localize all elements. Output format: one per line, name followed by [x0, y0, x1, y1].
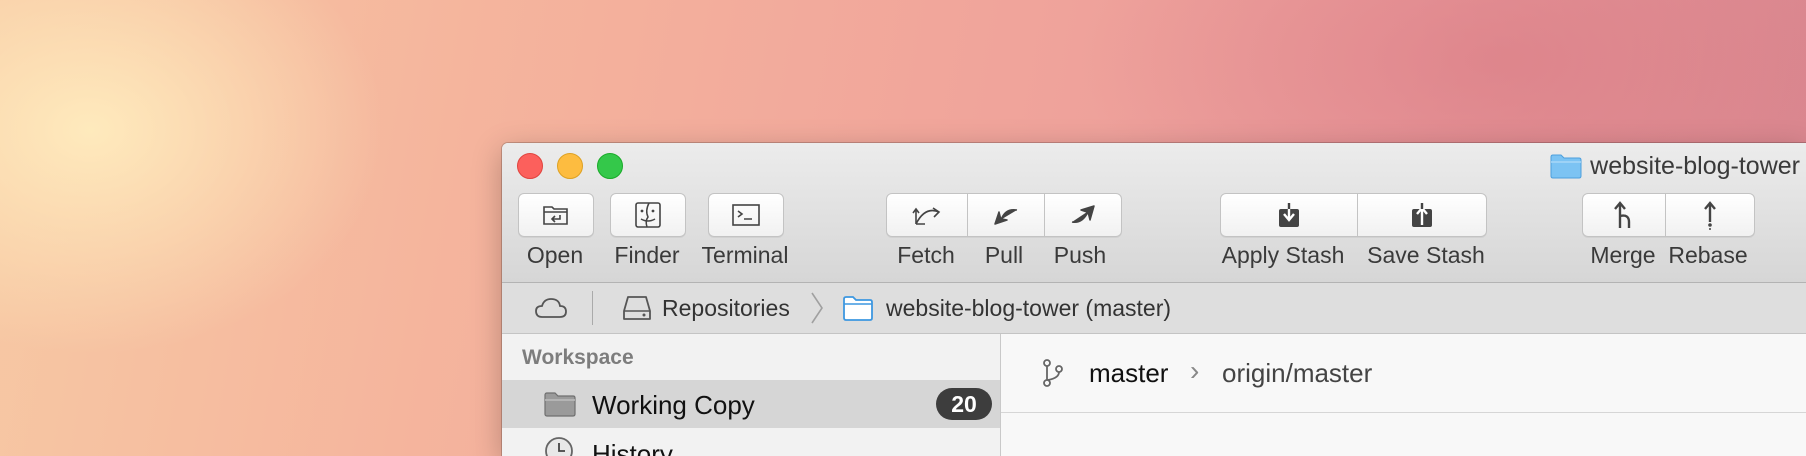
sidebar: Workspace Working Copy 20 History: [502, 334, 1001, 456]
terminal-label: Terminal: [701, 242, 789, 268]
pull-label: Pull: [984, 242, 1024, 268]
finder-button[interactable]: [610, 193, 686, 237]
cloud-icon[interactable]: [534, 296, 568, 320]
sidebar-item-working-copy[interactable]: Working Copy 20: [502, 380, 1000, 428]
close-window-button[interactable]: [517, 153, 543, 179]
minimize-window-button[interactable]: [557, 153, 583, 179]
finder-label: Finder: [614, 242, 680, 268]
branch-header: master › origin/master: [1001, 334, 1806, 413]
sidebar-item-label: Working Copy: [592, 390, 755, 420]
sidebar-section-title: Workspace: [522, 346, 634, 369]
merge-button[interactable]: [1582, 193, 1666, 237]
folder-icon: [1550, 154, 1582, 179]
pull-icon: [994, 208, 1018, 225]
sidebar-item-history[interactable]: History: [502, 428, 1000, 456]
upstream-branch[interactable]: origin/master: [1222, 358, 1372, 389]
merge-icon: [1614, 201, 1631, 228]
open-label: Open: [526, 242, 584, 268]
chevron-right-icon: [811, 292, 823, 324]
current-branch[interactable]: master: [1089, 358, 1168, 389]
count-badge: 20: [936, 388, 992, 420]
sidebar-item-label: History: [592, 439, 673, 456]
terminal-button[interactable]: [708, 193, 784, 237]
chevron-right-icon: ›: [1190, 355, 1200, 386]
path-divider: [592, 291, 593, 325]
app-window: website-blog-tower Open Finder Terminal …: [502, 143, 1806, 456]
branch-icon: [1043, 359, 1063, 387]
merge-label: Merge: [1590, 242, 1656, 268]
push-button[interactable]: [1045, 193, 1122, 237]
fetch-button[interactable]: [886, 193, 968, 237]
main-panel: master › origin/master: [1001, 334, 1806, 456]
fetch-icon: [912, 207, 941, 225]
folder-icon: [544, 392, 576, 417]
save-stash-icon: [1412, 203, 1432, 227]
maximize-window-button[interactable]: [597, 153, 623, 179]
fetch-label: Fetch: [897, 242, 955, 268]
terminal-icon: [732, 204, 760, 226]
drive-icon: [623, 296, 651, 320]
open-folder-icon: [543, 206, 568, 225]
path-bar: Repositories website-blog-tower (master): [502, 283, 1806, 334]
push-icon: [1071, 205, 1095, 224]
save-stash-label: Save Stash: [1367, 242, 1485, 268]
window-title-text: website-blog-tower: [1590, 151, 1800, 180]
apply-stash-icon: [1279, 203, 1299, 227]
apply-stash-label: Apply Stash: [1221, 242, 1345, 268]
rebase-label: Rebase: [1668, 242, 1748, 268]
finder-icon: [635, 202, 661, 228]
push-label: Push: [1053, 242, 1107, 268]
pull-button[interactable]: [968, 193, 1045, 237]
open-button[interactable]: [518, 193, 594, 237]
save-stash-button[interactable]: [1358, 193, 1487, 237]
rebase-icon: [1704, 201, 1716, 230]
window-title: website-blog-tower: [1550, 151, 1800, 181]
repositories-label: Repositories: [662, 294, 790, 321]
repo-crumb[interactable]: website-blog-tower (master): [842, 283, 1171, 333]
clock-icon: [545, 437, 573, 456]
repositories-crumb[interactable]: Repositories: [622, 283, 790, 333]
titlebar-toolbar: website-blog-tower Open Finder Terminal …: [502, 143, 1806, 283]
apply-stash-button[interactable]: [1220, 193, 1358, 237]
rebase-button[interactable]: [1666, 193, 1755, 237]
folder-icon: [843, 296, 873, 321]
repo-label: website-blog-tower (master): [886, 294, 1172, 321]
